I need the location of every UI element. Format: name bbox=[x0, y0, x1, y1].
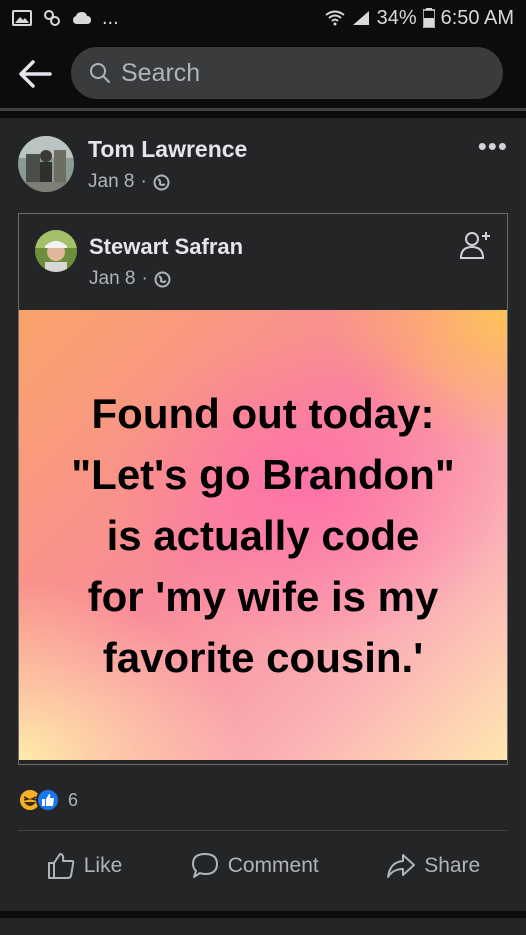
author-name[interactable]: Tom Lawrence bbox=[88, 136, 247, 163]
like-label: Like bbox=[83, 854, 123, 877]
post-text-line: for 'my wife is my bbox=[87, 572, 439, 620]
wifi-icon bbox=[324, 10, 345, 26]
back-button[interactable] bbox=[0, 44, 70, 104]
top-nav: Search bbox=[0, 44, 526, 104]
shared-author-name[interactable]: Stewart Safran bbox=[89, 234, 243, 260]
status-left: ... bbox=[12, 7, 119, 30]
shared-meta-separator: · bbox=[141, 268, 148, 289]
next-post-card bbox=[0, 918, 526, 935]
overflow-notifications: ... bbox=[102, 6, 119, 29]
thumbs-up-icon bbox=[47, 853, 75, 879]
shared-globe-icon bbox=[154, 271, 171, 287]
text-post-background: Found out today: "Let's go Brandon" is a… bbox=[19, 310, 507, 760]
post-text: Found out today: "Let's go Brandon" is a… bbox=[33, 383, 493, 688]
author-avatar-image bbox=[18, 136, 74, 192]
post-text-line: favorite cousin.' bbox=[102, 633, 424, 681]
comment-label: Comment bbox=[227, 854, 319, 877]
post-date[interactable]: Jan 8 bbox=[88, 171, 134, 193]
post-card: Tom Lawrence Jan 8 · ••• Stewart Safran … bbox=[0, 118, 526, 911]
clock: 6:50 AM bbox=[440, 6, 514, 29]
search-placeholder: Search bbox=[121, 58, 201, 87]
shared-author-avatar[interactable] bbox=[35, 230, 77, 272]
share-label: Share bbox=[424, 854, 481, 877]
share-icon bbox=[387, 854, 416, 878]
post-text-line: "Let's go Brandon" bbox=[71, 450, 455, 498]
shared-post-header: Stewart Safran Jan 8 · bbox=[19, 214, 507, 310]
search-icon bbox=[90, 63, 110, 83]
signal-icon bbox=[352, 11, 369, 25]
post-actions: Like Comment Share bbox=[0, 840, 526, 892]
search-input[interactable]: Search bbox=[71, 47, 503, 99]
meta-separator: · bbox=[140, 171, 147, 192]
add-friend-icon[interactable] bbox=[459, 228, 493, 262]
actions-divider bbox=[18, 830, 508, 831]
status-bar: ... 34% 6:50 AM bbox=[0, 0, 526, 36]
reactions-summary[interactable]: 6 bbox=[18, 786, 78, 814]
back-arrow-icon bbox=[19, 60, 52, 88]
shared-author-avatar-image bbox=[35, 230, 77, 272]
comment-icon bbox=[191, 853, 218, 878]
post-text-line: Found out today: bbox=[91, 389, 435, 437]
post-text-line: is actually code bbox=[106, 511, 420, 559]
shared-post-meta: Jan 8 · bbox=[89, 268, 171, 290]
shared-post[interactable]: Stewart Safran Jan 8 · Found out today: … bbox=[18, 213, 508, 765]
header-divider bbox=[0, 108, 526, 111]
globe-icon bbox=[153, 174, 170, 190]
shared-post-date[interactable]: Jan 8 bbox=[89, 268, 135, 290]
more-options-button[interactable]: ••• bbox=[478, 133, 508, 159]
share-button[interactable]: Share bbox=[386, 851, 480, 881]
author-avatar[interactable] bbox=[18, 136, 74, 192]
reaction-count: 6 bbox=[68, 789, 79, 810]
battery-percent: 34% bbox=[376, 6, 417, 29]
comment-button[interactable]: Comment bbox=[190, 851, 319, 881]
post-meta: Jan 8 · bbox=[88, 171, 170, 193]
cloud-icon bbox=[73, 12, 91, 24]
like-icon bbox=[36, 788, 60, 812]
pinwheel-icon bbox=[44, 10, 60, 26]
battery-icon bbox=[422, 8, 435, 28]
gallery-icon bbox=[12, 10, 32, 26]
post-header: Tom Lawrence Jan 8 · ••• bbox=[18, 133, 508, 196]
like-button[interactable]: Like bbox=[46, 851, 123, 881]
status-right: 34% 6:50 AM bbox=[324, 6, 514, 30]
